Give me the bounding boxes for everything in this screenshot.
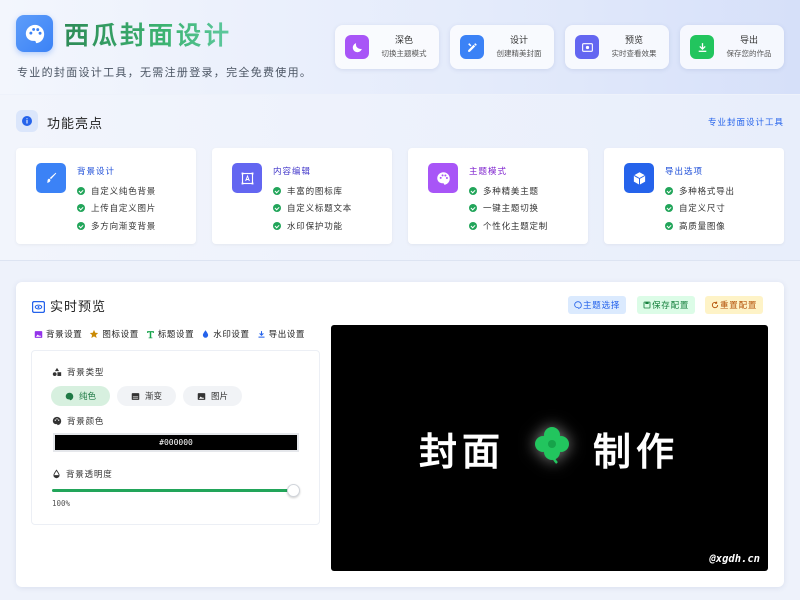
download-icon <box>690 35 714 59</box>
feature-item: 一键主题切换 <box>469 200 548 218</box>
tab-background[interactable]: 背景设置 <box>34 328 82 340</box>
opacity-slider-thumb[interactable] <box>287 484 300 497</box>
check-icon <box>273 204 281 213</box>
download-icon <box>257 330 266 339</box>
feature-item: 多方向渐变背景 <box>77 217 156 235</box>
check-icon <box>77 186 85 195</box>
preview-label: 预览 <box>624 35 643 46</box>
brush-icon <box>36 163 66 193</box>
check-icon <box>77 204 85 213</box>
feature-card-theme: 主题模式 多种精美主题 一键主题切换 个性化主题定制 <box>408 148 588 244</box>
settings-tabs: 背景设置 图标设置 标题设置 水印设置 导出设置 <box>34 328 312 340</box>
bg-type-label: 背景类型 <box>52 366 104 378</box>
design-button[interactable]: 设计 创建精美封面 <box>450 25 554 69</box>
clover-icon <box>531 423 573 465</box>
opacity-slider-track[interactable] <box>52 489 294 492</box>
bg-color-label: 背景颜色 <box>52 415 104 427</box>
shapes-icon <box>52 367 62 377</box>
bg-opacity-label: 背景透明度 <box>52 468 113 480</box>
check-icon <box>469 186 477 195</box>
feature-item: 高质量图像 <box>665 217 735 235</box>
cover-title-right: 制作 <box>593 430 680 474</box>
tab-export[interactable]: 导出设置 <box>257 328 305 340</box>
export-sub: 保存您的作品 <box>726 48 772 58</box>
preview-button[interactable]: 预览 实时查看效果 <box>565 25 669 69</box>
feature-item: 自定义纯色背景 <box>77 182 156 200</box>
theme-select-button[interactable]: 主题选择 <box>568 296 627 314</box>
opacity-value: 100% <box>52 499 71 508</box>
check-icon <box>469 221 477 230</box>
check-icon <box>273 221 281 230</box>
export-label: 导出 <box>739 35 758 46</box>
bg-type-gradient[interactable]: 渐变 <box>117 386 176 406</box>
text-edit-icon <box>232 163 262 193</box>
check-icon <box>665 204 673 213</box>
gradient-icon <box>131 392 140 401</box>
dark-mode-button[interactable]: 深色 切换主题模式 <box>335 25 439 69</box>
cover-canvas: 封面 制作 @xgdh.cn <box>331 325 768 571</box>
feature-item: 多种精美主题 <box>469 182 548 200</box>
bg-type-solid[interactable]: 纯色 <box>51 386 110 406</box>
feature-item: 个性化主题定制 <box>469 217 548 235</box>
palette-icon <box>65 392 74 401</box>
reset-icon <box>711 301 719 309</box>
export-button[interactable]: 导出 保存您的作品 <box>680 25 784 69</box>
design-label: 设计 <box>509 35 528 46</box>
feature-item: 自定义标题文本 <box>273 200 352 218</box>
preview-sub: 实时查看效果 <box>611 48 657 58</box>
feature-item: 水印保护功能 <box>273 217 352 235</box>
feature-card-content: 内容编辑 丰富的图标库 自定义标题文本 水印保护功能 <box>212 148 392 244</box>
reset-config-button[interactable]: 重置配置 <box>705 296 764 314</box>
moon-icon <box>345 35 369 59</box>
design-tools-icon <box>460 35 484 59</box>
cover-watermark: @xgdh.cn <box>709 553 760 565</box>
bg-type-image[interactable]: 图片 <box>183 386 242 406</box>
text-icon <box>146 330 155 339</box>
palette-icon <box>428 163 458 193</box>
dark-mode-sub: 切换主题模式 <box>381 48 427 58</box>
palette-icon <box>52 416 62 426</box>
preview-title: 实时预览 <box>50 300 107 315</box>
opacity-slider-fill <box>52 489 294 492</box>
image-icon <box>34 330 43 339</box>
feature-item: 多种格式导出 <box>665 182 735 200</box>
droplet-half-icon <box>52 469 61 479</box>
feature-card-title: 导出选项 <box>665 167 704 177</box>
dark-mode-label: 深色 <box>394 35 413 46</box>
highlights-title: 功能亮点 <box>47 117 104 132</box>
palette-icon <box>574 301 582 309</box>
feature-item: 丰富的图标库 <box>273 182 352 200</box>
tab-watermark[interactable]: 水印设置 <box>201 328 249 340</box>
check-icon <box>273 186 281 195</box>
droplet-icon <box>201 329 210 339</box>
feature-card-title: 内容编辑 <box>273 167 312 177</box>
feature-card-background: 背景设计 自定义纯色背景 上传自定义图片 多方向渐变背景 <box>16 148 196 244</box>
design-sub: 创建精美封面 <box>496 48 542 58</box>
feature-card-export: 导出选项 多种格式导出 自定义尺寸 高质量图像 <box>604 148 784 244</box>
check-icon <box>469 204 477 213</box>
tab-icon[interactable]: 图标设置 <box>89 328 138 340</box>
check-icon <box>77 221 85 230</box>
save-config-button[interactable]: 保存配置 <box>637 296 696 314</box>
image-icon <box>197 392 206 401</box>
highlights-link[interactable]: 专业封面设计工具 <box>708 116 784 128</box>
preview-icon <box>575 35 599 59</box>
palette-icon[interactable] <box>16 15 53 52</box>
star-icon <box>89 329 99 339</box>
feature-item: 上传自定义图片 <box>77 200 156 218</box>
site-title: 西瓜封面设计 <box>64 16 232 52</box>
feature-item: 自定义尺寸 <box>665 200 735 218</box>
check-icon <box>665 186 673 195</box>
check-icon <box>665 221 673 230</box>
bg-color-input[interactable]: #000000 <box>53 433 299 452</box>
cover-title-left: 封面 <box>419 430 506 474</box>
preview-icon <box>31 298 46 314</box>
tab-title[interactable]: 标题设置 <box>146 328 194 340</box>
save-icon <box>643 301 651 309</box>
site-tagline: 专业的封面设计工具，无需注册登录，完全免费使用。 <box>17 66 313 79</box>
feature-card-title: 主题模式 <box>469 167 508 177</box>
cube-icon <box>624 163 654 193</box>
feature-card-title: 背景设计 <box>77 167 116 177</box>
info-icon <box>16 110 38 132</box>
